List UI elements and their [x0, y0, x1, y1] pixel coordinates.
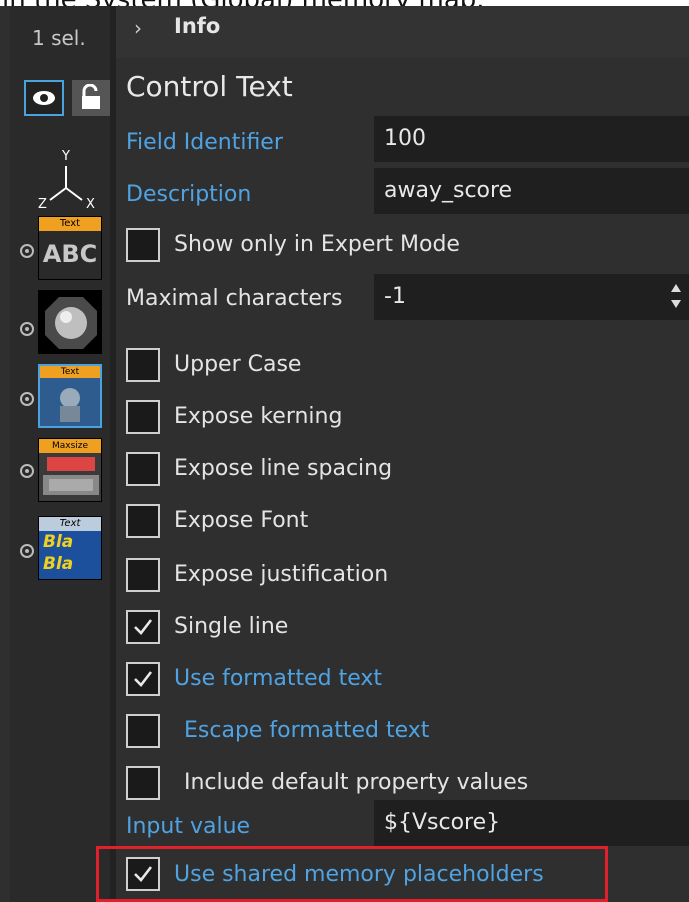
field-identifier-label: Field Identifier [126, 130, 283, 155]
eye-icon[interactable] [24, 80, 64, 116]
object-1-radio[interactable] [20, 244, 34, 258]
checkbox-label-7: Escape formatted text [184, 718, 430, 743]
shared-memory-checkbox[interactable] [126, 857, 160, 891]
object-tree-sidebar: 1 sel. Y Z X Text ABC Text Maxsize Text … [10, 6, 110, 902]
checkbox-3[interactable] [126, 504, 160, 538]
axis-z-label: Z [38, 197, 47, 212]
checkbox-2[interactable] [126, 452, 160, 486]
header-title: Info [174, 14, 221, 38]
abc-glyph: ABC [42, 240, 98, 268]
input-value-label: Input value [126, 814, 251, 839]
sphere-object[interactable] [38, 290, 102, 354]
checkbox-label-1: Expose kerning [174, 404, 343, 429]
checkbox-0[interactable] [126, 348, 160, 382]
checkbox-label-0: Upper Case [174, 352, 302, 377]
object-3-radio[interactable] [20, 392, 34, 406]
check-icon [134, 619, 153, 635]
show-expert-label: Show only in Expert Mode [174, 232, 460, 257]
checkbox-label-3: Expose Font [174, 508, 309, 533]
checkbox-label-4: Expose justification [174, 562, 389, 587]
checkbox-4[interactable] [126, 558, 160, 592]
field-identifier-input[interactable]: 100 [374, 116, 689, 162]
axes-icon: Y Z X [36, 146, 116, 216]
axis-y-label: Y [61, 149, 70, 164]
object-5-radio[interactable] [20, 544, 34, 558]
checkbox-label-8: Include default property values [184, 770, 529, 795]
lock-icon[interactable] [72, 80, 110, 116]
viz-app: 1 sel. Y Z X Text ABC Text Maxsize Text … [0, 6, 689, 902]
text-tag: Text [40, 366, 100, 378]
info-header[interactable]: › Info [116, 6, 689, 59]
spin-arrows-icon[interactable] [670, 282, 682, 310]
object-2-radio[interactable] [20, 322, 34, 336]
text-tag: Text [39, 217, 101, 231]
checkbox-5[interactable] [126, 610, 160, 644]
chevron-right-icon[interactable]: › [134, 16, 142, 40]
checkbox-7[interactable] [126, 714, 160, 748]
checkbox-label-5: Single line [174, 614, 289, 639]
maxsize-tag: Maxsize [39, 439, 101, 453]
maxsize-object[interactable]: Maxsize [38, 438, 102, 502]
check-icon [134, 671, 153, 687]
checkbox-8[interactable] [126, 766, 160, 800]
max-chars-label: Maximal characters [126, 286, 343, 311]
axis-x-label: X [86, 197, 95, 212]
check-icon [134, 866, 153, 882]
description-label: Description [126, 182, 252, 207]
checkbox-label-6: Use formatted text [174, 666, 383, 691]
input-value-field[interactable]: ${Vscore} [374, 800, 689, 846]
description-input[interactable]: away_score [374, 168, 689, 214]
properties-panel: Control Text Field Identifier 100 Descri… [116, 58, 689, 902]
blabla-glyph: Bla Bla [43, 532, 74, 574]
max-chars-value: -1 [384, 284, 406, 309]
checkbox-1[interactable] [126, 400, 160, 434]
text-video-object[interactable]: Text [38, 364, 102, 428]
show-expert-checkbox[interactable] [126, 228, 160, 262]
shared-memory-label: Use shared memory placeholders [174, 862, 544, 887]
max-chars-stepper[interactable]: -1 [374, 274, 689, 320]
text-tag: Text [39, 517, 101, 531]
text-blabla-object[interactable]: Text Bla Bla [38, 516, 102, 580]
checkbox-label-2: Expose line spacing [174, 456, 393, 481]
section-title: Control Text [126, 70, 293, 103]
object-4-radio[interactable] [20, 464, 34, 478]
text-abc-object[interactable]: Text ABC [38, 216, 102, 280]
checkbox-6[interactable] [126, 662, 160, 696]
